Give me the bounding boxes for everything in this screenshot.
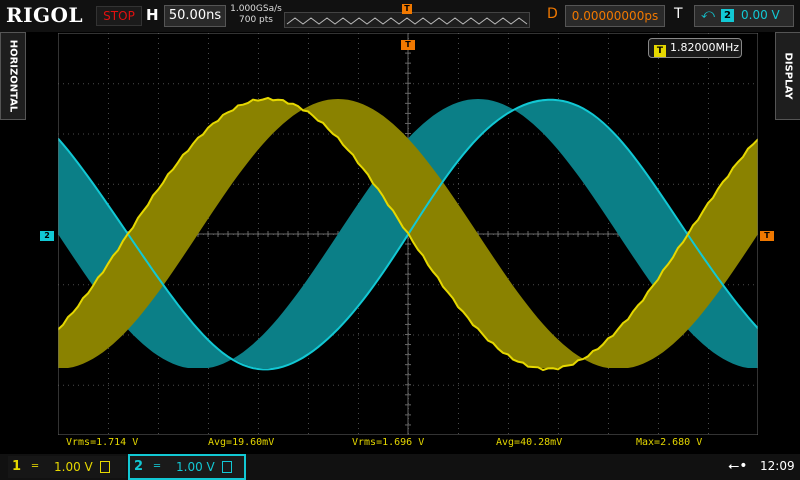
- trigger-settings[interactable]: ⤺ 2 0.00 V: [694, 5, 794, 27]
- trigger-source-badge: 2: [721, 9, 734, 22]
- rigol-logo: RIGOL: [6, 3, 84, 27]
- ch2-ground-marker[interactable]: 2: [40, 231, 54, 241]
- sample-rate-readout: 1.000GSa/s 700 pts: [230, 4, 282, 26]
- frequency-value: 1.82000MHz: [670, 41, 740, 54]
- timebase-value[interactable]: 50.00ns: [164, 5, 226, 27]
- channel-1-number: 1: [12, 459, 22, 474]
- measurement-item: Avg=19.60mV: [208, 437, 275, 448]
- delay-value[interactable]: 0.00000000ps: [565, 5, 665, 27]
- dc-coupling-icon: ═: [154, 461, 161, 472]
- channel-2-number: 2: [134, 459, 144, 474]
- trigger-level-marker[interactable]: T: [760, 231, 774, 241]
- trigger-badge-icon: T: [654, 45, 666, 57]
- channel-2-scale: 1.00 V: [176, 460, 215, 474]
- system-clock: 12:09: [760, 459, 795, 473]
- delay-label: D: [547, 6, 558, 22]
- frequency-counter: T 1.82000MHz: [648, 38, 742, 58]
- display-menu-tab[interactable]: DISPLAY: [775, 32, 800, 120]
- display-tab-label: DISPLAY: [782, 52, 794, 100]
- trigger-time-marker[interactable]: T: [401, 40, 415, 50]
- trigger-level: 0.00 V: [741, 8, 780, 22]
- measurement-item: Max=2.680 V: [636, 437, 703, 448]
- bottom-status-bar: 1 ═ 1.00 V 2 ═ 1.00 V ⭠• 12:09: [0, 454, 800, 480]
- trigger-position-marker: T: [402, 4, 412, 14]
- top-status-bar: RIGOL STOP H 50.00ns 1.000GSa/s 700 pts …: [0, 0, 800, 32]
- memory-overview-wave: [286, 17, 528, 25]
- measurement-item: Avg=40.28mV: [496, 437, 563, 448]
- channel-1-settings[interactable]: 1 ═ 1.00 V: [8, 456, 126, 478]
- usb-icon: ⭠•: [728, 458, 748, 474]
- trigger-position-bar: [284, 12, 530, 28]
- horizontal-menu-tab[interactable]: HORIZONTAL: [0, 32, 26, 120]
- memory-depth: 700 pts: [239, 15, 273, 25]
- timebase-label: H: [146, 6, 159, 24]
- bandwidth-limit-icon: [222, 461, 232, 473]
- horizontal-tab-label: HORIZONTAL: [7, 39, 19, 113]
- measurement-item: Vrms=1.696 V: [352, 437, 425, 448]
- sample-rate: 1.000GSa/s: [230, 4, 282, 14]
- measurement-item: Vrms=1.714 V: [66, 437, 139, 448]
- rising-edge-icon: ⤺: [701, 7, 715, 22]
- trigger-label: T: [674, 6, 683, 22]
- channel-1-scale: 1.00 V: [54, 460, 93, 474]
- channel-2-settings[interactable]: 2 ═ 1.00 V: [128, 454, 246, 480]
- bandwidth-limit-icon: [100, 461, 110, 473]
- run-stop-indicator[interactable]: STOP: [96, 6, 142, 26]
- dc-coupling-icon: ═: [32, 461, 39, 472]
- waveform-display[interactable]: [58, 33, 758, 435]
